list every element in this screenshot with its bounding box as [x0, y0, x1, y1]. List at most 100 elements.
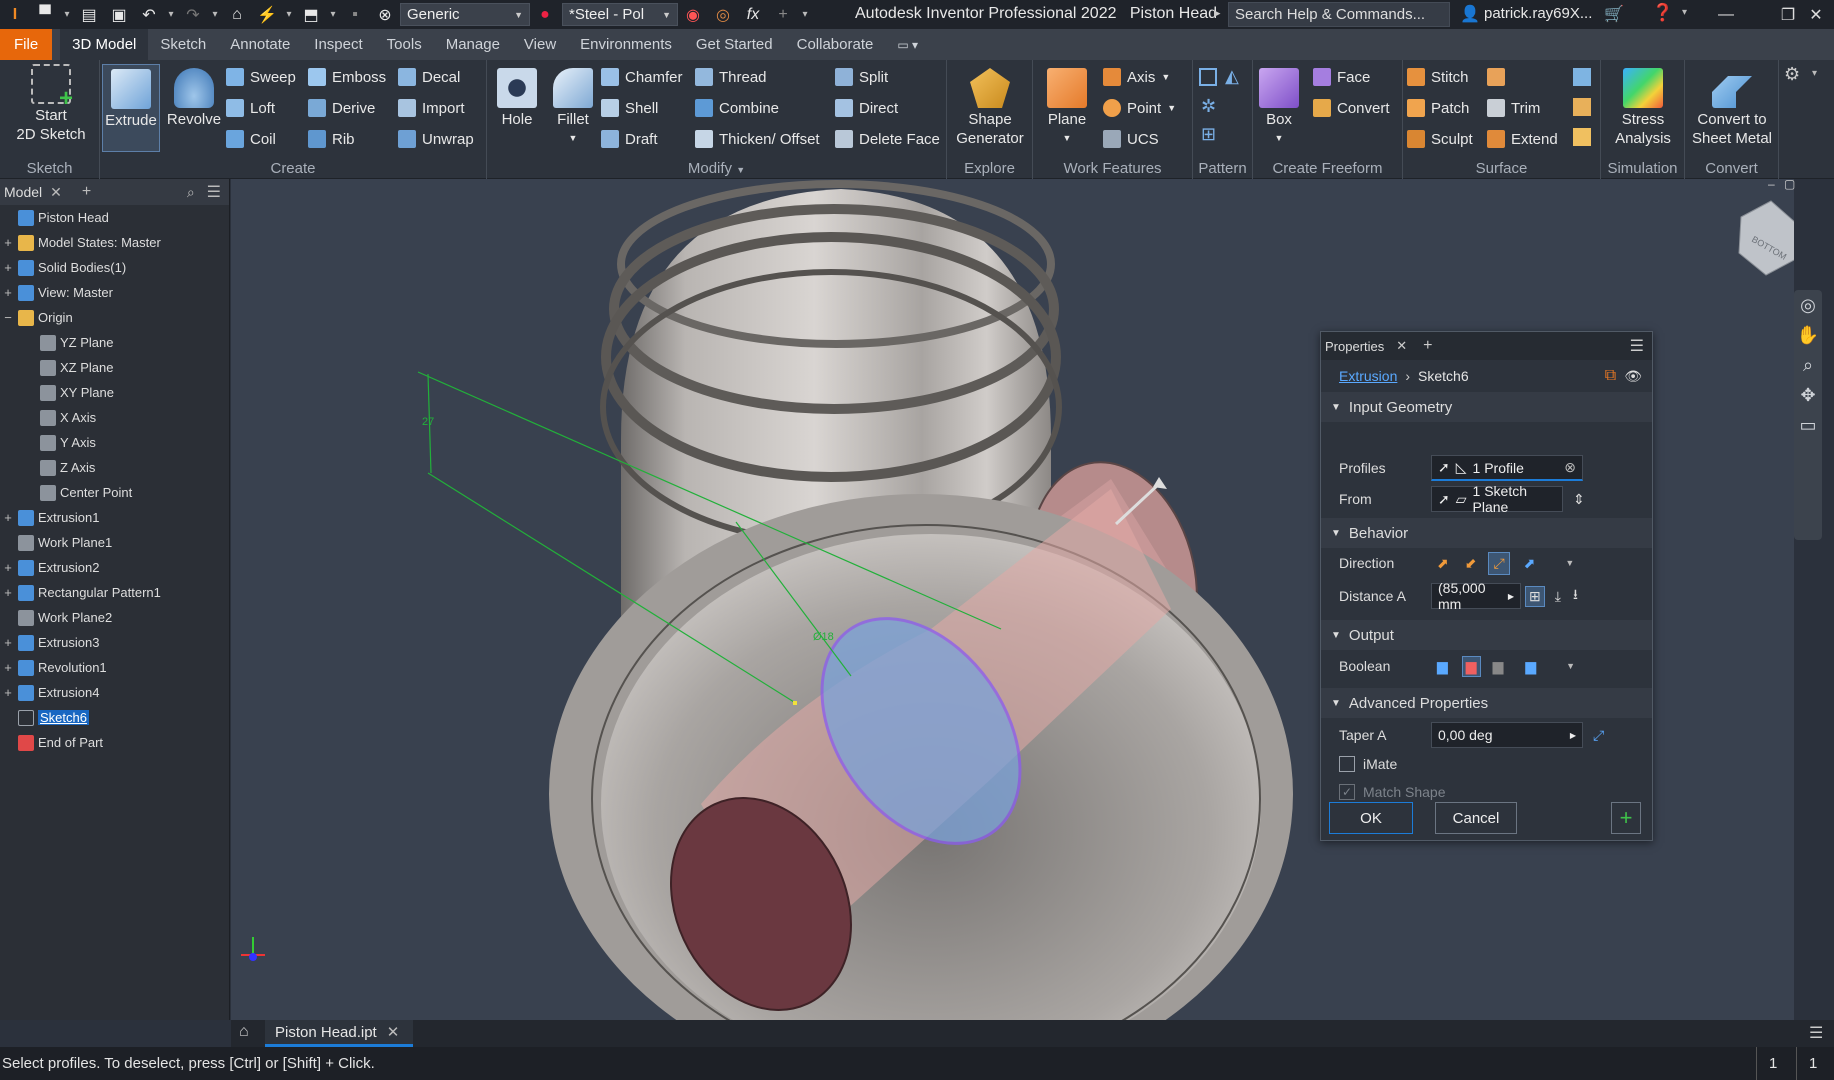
close-icon[interactable]: ✕ [1798, 0, 1834, 29]
taper-input[interactable]: 0,00 deg ▶ [1431, 722, 1583, 748]
delete-face-button[interactable]: Delete Face [835, 127, 940, 151]
ruled-surface-button[interactable] [1487, 65, 1511, 89]
point-button[interactable]: Point ▼ [1103, 96, 1176, 120]
direction-asymmetric-icon[interactable]: ⬈ [1524, 555, 1536, 572]
split-button[interactable]: Split [835, 65, 888, 89]
viewport-restore-icon[interactable]: ▢ [1784, 177, 1795, 191]
new-solid-icon[interactable]: ▆ [1525, 658, 1536, 675]
appearance-ball-icon[interactable]: ⊗ [370, 0, 400, 29]
import-button[interactable]: Import [398, 96, 465, 120]
surface-tool3-icon[interactable] [1573, 128, 1591, 146]
update-icon[interactable]: ⚡ [252, 0, 282, 29]
tree-item[interactable]: + Model States: Master [2, 230, 161, 255]
surface-tool2-icon[interactable] [1573, 98, 1591, 116]
tab-collaborate[interactable]: Collaborate [785, 29, 886, 60]
home-icon[interactable]: ⌂ [239, 1023, 249, 1041]
ribbon-options-icon[interactable]: ⚙ [1784, 64, 1800, 85]
expand-icon[interactable]: + [2, 685, 14, 700]
search-input[interactable]: Search Help & Commands... [1228, 2, 1450, 27]
tab-file[interactable]: File [0, 29, 53, 60]
tree-item[interactable]: Y Axis [24, 430, 96, 455]
open-folder-icon[interactable]: ▤ [74, 0, 104, 29]
combine-button[interactable]: Combine [695, 96, 779, 120]
add-tab-icon[interactable]: + [1423, 337, 1432, 355]
fillet-dropdown-icon[interactable]: ▼ [569, 129, 578, 148]
revolve-button[interactable]: Revolve [162, 64, 226, 129]
patch-button[interactable]: Patch [1407, 96, 1469, 120]
section-output[interactable]: ▼ Output [1321, 620, 1652, 650]
ucs-button[interactable]: UCS [1103, 127, 1159, 151]
preset-icon[interactable]: ⧉ [1605, 367, 1616, 385]
viewport-minimize-icon[interactable]: – [1768, 177, 1775, 191]
tab-environments[interactable]: Environments [568, 29, 684, 60]
unwrap-button[interactable]: Unwrap [398, 127, 474, 151]
convert-to-sheet-metal-button[interactable]: Convert to Sheet Metal [1687, 64, 1777, 148]
steering-wheel-icon[interactable]: ◎ [1794, 290, 1822, 320]
apply-plus-button[interactable]: + [1611, 802, 1641, 834]
appearance-combo[interactable]: Generic ▼ [400, 3, 530, 26]
decal-button[interactable]: Decal [398, 65, 460, 89]
trim-button[interactable]: Trim [1487, 96, 1540, 120]
convert-button[interactable]: Convert [1313, 96, 1390, 120]
material-combo[interactable]: *Steel - Pol ▼ [562, 3, 678, 26]
thread-button[interactable]: Thread [695, 65, 767, 89]
expand-icon[interactable]: + [2, 585, 14, 600]
properties-menu-icon[interactable]: ☰ [1630, 336, 1644, 356]
ribbon-display-toggle-icon[interactable]: ▭ ▾ [885, 29, 930, 60]
box-button[interactable]: Box ▼ [1257, 64, 1301, 148]
hole-button[interactable]: Hole [491, 64, 543, 129]
thicken-offset-button[interactable]: Thicken/ Offset [695, 127, 820, 151]
mirror-icon[interactable]: ◭ [1225, 66, 1239, 87]
inventor-logo[interactable]: I [0, 0, 30, 29]
tab-tools[interactable]: Tools [375, 29, 434, 60]
tree-item[interactable]: + Extrusion2 [2, 555, 99, 580]
tree-item[interactable]: XZ Plane [24, 355, 113, 380]
extrude-button[interactable]: Extrude [102, 64, 160, 152]
expand-icon[interactable]: + [2, 560, 14, 575]
tab-piston-head[interactable]: Piston Head.ipt ✕ [265, 1020, 413, 1047]
expand-icon[interactable]: + [2, 260, 14, 275]
derive-button[interactable]: Derive [308, 96, 375, 120]
axis-button[interactable]: Axis ▼ [1103, 65, 1170, 89]
tab-3d-model[interactable]: 3D Model [60, 29, 149, 60]
new-dropdown-icon[interactable]: ▾ [60, 0, 74, 29]
expand-icon[interactable]: + [2, 510, 14, 525]
tab-get-started[interactable]: Get Started [684, 29, 785, 60]
preview-eye-icon[interactable]: 👁 [1624, 368, 1642, 385]
viewcube[interactable] [1738, 200, 1797, 276]
home-icon[interactable]: ⌂ [222, 0, 252, 29]
emboss-button[interactable]: Emboss [308, 65, 386, 89]
select-icon[interactable]: ⬒ [296, 0, 326, 29]
tree-item[interactable]: Work Plane2 [2, 605, 112, 630]
tree-item[interactable]: + Rectangular Pattern1 [2, 580, 161, 605]
panel-label-modify[interactable]: Modify ▼ [487, 160, 946, 177]
tab-model[interactable]: Model [4, 184, 42, 200]
dimension-diameter[interactable]: Ø18 [813, 631, 834, 643]
select-dropdown-icon[interactable]: ▾ [326, 0, 340, 29]
undo-dropdown-icon[interactable]: ▾ [164, 0, 178, 29]
draft-button[interactable]: Draft [601, 127, 658, 151]
profiles-selector[interactable]: ➚ ◺ 1 Profile ⊗ [1431, 455, 1583, 481]
help-dropdown-icon[interactable]: ▾ [1682, 7, 1687, 18]
pan-icon[interactable]: ✋ [1794, 320, 1822, 350]
fx-parameters-icon[interactable]: fx [738, 0, 768, 29]
sketch-point[interactable] [793, 701, 797, 705]
tab-inspect[interactable]: Inspect [302, 29, 374, 60]
stitch-button[interactable]: Stitch [1407, 65, 1469, 89]
breadcrumb-extrusion[interactable]: Extrusion [1339, 368, 1397, 384]
redo-dropdown-icon[interactable]: ▾ [208, 0, 222, 29]
tree-item[interactable]: End of Part [2, 730, 103, 755]
circular-pattern-icon[interactable]: ✲ [1201, 96, 1216, 117]
start-2d-sketch-button[interactable]: + Start 2D Sketch [8, 64, 94, 144]
manipulator-arrow-icon[interactable] [1153, 477, 1167, 489]
direction-flipped-icon[interactable]: ⬋ [1465, 555, 1477, 572]
rectangular-pattern-icon[interactable] [1199, 68, 1217, 86]
expand-icon[interactable]: + [2, 285, 14, 300]
shell-button[interactable]: Shell [601, 96, 658, 120]
tab-manage[interactable]: Manage [434, 29, 512, 60]
tree-item[interactable]: Center Point [24, 480, 132, 505]
close-document-icon[interactable]: ✕ [387, 1023, 400, 1041]
shape-generator-button[interactable]: Shape Generator [953, 64, 1027, 148]
expand-icon[interactable]: + [2, 235, 14, 250]
help-icon[interactable]: ❓ [1652, 3, 1673, 23]
